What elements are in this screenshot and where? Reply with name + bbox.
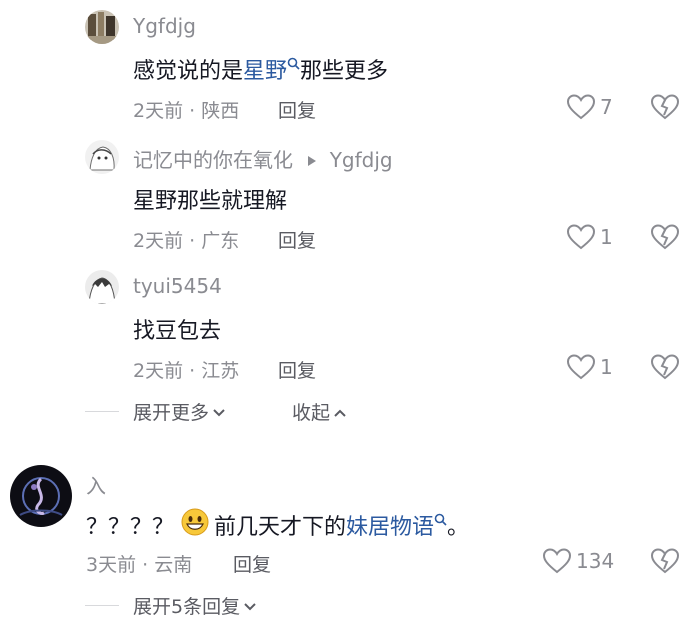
search-link[interactable]: 星野 xyxy=(243,59,287,84)
comment-text: 星野那些就理解 xyxy=(133,189,288,214)
comment-author[interactable]: tyui5454 xyxy=(133,274,222,298)
chevron-down-icon xyxy=(212,401,226,423)
comment-text: 找豆包去 xyxy=(133,319,222,344)
comment-text-part: 前几天才下的 xyxy=(214,515,347,540)
like-count: 134 xyxy=(576,549,615,573)
heart-outline-icon xyxy=(566,94,596,120)
search-icon[interactable] xyxy=(434,507,447,532)
comment-meta: 3天前 · 云南 xyxy=(86,554,193,576)
chevron-down-icon xyxy=(243,595,257,617)
comment-author[interactable]: 入 xyxy=(86,470,106,499)
reply-button[interactable]: 回复 xyxy=(233,550,271,577)
divider xyxy=(85,605,119,606)
like-count: 1 xyxy=(600,225,613,249)
comment-author[interactable]: 记忆中的你在氧化 xyxy=(133,148,293,172)
heart-outline-icon xyxy=(566,224,596,250)
search-icon[interactable] xyxy=(287,51,300,76)
comment-header: 记忆中的你在氧化 Ygfdjg xyxy=(133,144,393,173)
comment-text-part: 。 xyxy=(447,515,470,540)
comment-text-part: ？？？？ xyxy=(86,515,175,540)
like-button[interactable]: 7 xyxy=(566,92,613,122)
comment-author[interactable]: Ygfdjg xyxy=(133,14,196,38)
divider xyxy=(85,411,119,412)
like-count: 1 xyxy=(600,355,613,379)
collapse-label: 收起 xyxy=(292,402,331,424)
heart-outline-icon xyxy=(566,354,596,380)
comment-text-part: 那些更多 xyxy=(300,59,389,84)
like-button[interactable]: 1 xyxy=(566,352,613,382)
grin-emoji-icon xyxy=(180,507,210,543)
like-count: 7 xyxy=(600,95,613,119)
like-button[interactable]: 134 xyxy=(542,546,614,576)
broken-heart-icon[interactable] xyxy=(650,353,680,383)
broken-heart-icon[interactable] xyxy=(650,93,680,123)
collapse-button[interactable]: 收起 xyxy=(292,398,347,425)
comment-meta: 2天前 · 广东 xyxy=(133,230,240,252)
play-triangle-icon xyxy=(307,148,317,172)
reply-to-author[interactable]: Ygfdjg xyxy=(330,148,393,172)
avatar[interactable] xyxy=(10,465,72,527)
comment-meta: 2天前 · 陕西 xyxy=(133,100,240,122)
reply-button[interactable]: 回复 xyxy=(278,226,316,253)
expand-replies-label: 展开5条回复 xyxy=(133,596,241,618)
chevron-up-icon xyxy=(333,401,347,423)
broken-heart-icon[interactable] xyxy=(650,223,680,253)
search-link[interactable]: 妹居物语 xyxy=(346,509,434,541)
reply-button[interactable]: 回复 xyxy=(278,356,316,383)
expand-more-button[interactable]: 展开更多 xyxy=(133,398,226,425)
comment-text: 感觉说的是星野 那些更多 xyxy=(133,53,388,85)
heart-outline-icon xyxy=(542,548,572,574)
expand-replies-button[interactable]: 展开5条回复 xyxy=(133,592,257,619)
avatar[interactable] xyxy=(85,270,119,304)
avatar[interactable] xyxy=(85,10,119,44)
comment-text-part: 感觉说的是 xyxy=(133,59,244,84)
broken-heart-icon[interactable] xyxy=(650,547,680,577)
reply-button[interactable]: 回复 xyxy=(278,96,316,123)
comment-meta: 2天前 · 江苏 xyxy=(133,360,240,382)
expand-more-label: 展开更多 xyxy=(133,402,210,424)
comment-text: ？？？？ 前几天才下的 妹居物语 。 xyxy=(86,507,469,543)
avatar[interactable] xyxy=(85,140,119,174)
like-button[interactable]: 1 xyxy=(566,222,613,252)
